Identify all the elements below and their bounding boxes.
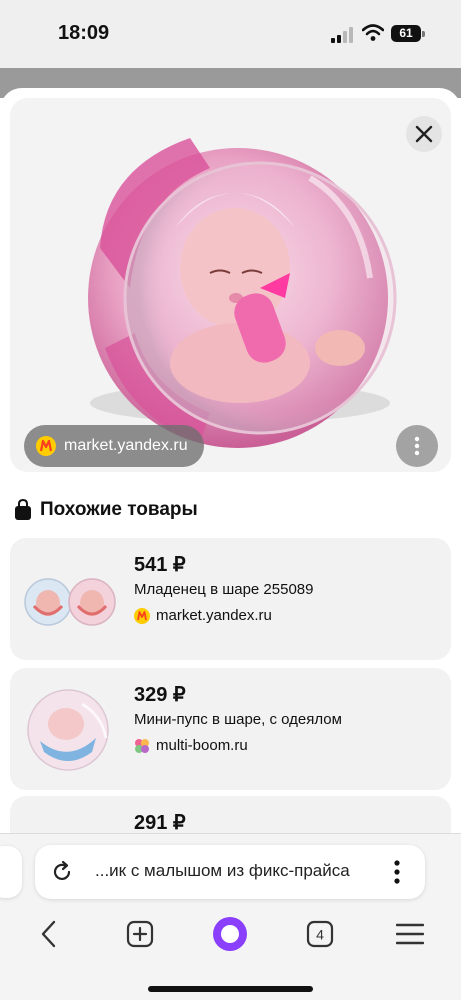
more-button[interactable] (396, 425, 438, 467)
yandex-market-icon (36, 436, 56, 456)
hero-image[interactable]: market.yandex.ru (10, 98, 451, 472)
product-source-label: multi-boom.ru (156, 737, 248, 754)
back-button[interactable] (29, 916, 69, 952)
tabs-icon: 4 (306, 920, 334, 948)
alice-icon (213, 917, 247, 951)
reload-icon[interactable] (50, 860, 74, 884)
more-vertical-icon (414, 436, 420, 456)
product-thumbnail (24, 578, 116, 626)
new-tab-icon (126, 920, 154, 948)
signal-icon (331, 27, 353, 43)
previous-tab-peek[interactable] (0, 846, 22, 898)
menu-button[interactable] (390, 916, 430, 952)
status-time: 18:09 (58, 22, 110, 44)
battery-icon: 61 (391, 25, 421, 42)
source-label: market.yandex.ru (64, 437, 188, 454)
product-source: market.yandex.ru (134, 607, 272, 624)
back-icon (41, 920, 56, 948)
more-vertical-icon[interactable] (391, 859, 403, 885)
product-name: Младенец в шаре 255089 (134, 581, 314, 598)
new-tab-button[interactable] (120, 916, 160, 952)
image-preview-sheet: market.yandex.ru Похожие товары 541 ₽ Мл… (0, 88, 461, 848)
product-price: 541 ₽ (134, 554, 186, 576)
alice-button[interactable] (210, 916, 250, 952)
multi-boom-icon (135, 738, 149, 753)
menu-icon (396, 923, 424, 945)
product-name: Мини-пупс в шаре, с одеялом (134, 711, 342, 728)
close-icon (415, 125, 433, 143)
product-card-2[interactable]: 329 ₽ Мини-пупс в шаре, с одеялом multi-… (10, 668, 451, 790)
address-text: ...ик с малышом из фикс-прайса (95, 861, 350, 880)
product-price: 291 ₽ (134, 812, 186, 834)
product-source: multi-boom.ru (134, 737, 248, 754)
tabs-button[interactable]: 4 (300, 916, 340, 952)
doll-in-ball-photo (10, 98, 451, 472)
product-thumbnail (27, 689, 109, 771)
home-indicator (148, 986, 313, 992)
section-title: Похожие товары (14, 496, 198, 524)
close-button[interactable] (406, 116, 442, 152)
tabs-count: 4 (316, 927, 324, 943)
battery-tip (422, 31, 425, 37)
browser-bottom-bar: ...ик с малышом из фикс-прайса 4 (0, 833, 461, 1000)
shopping-bag-icon (15, 499, 31, 520)
yandex-market-icon (134, 607, 150, 624)
wifi-icon (362, 24, 384, 41)
source-link[interactable]: market.yandex.ru (24, 425, 204, 467)
product-source-label: market.yandex.ru (156, 607, 272, 624)
section-title-text: Похожие товары (40, 499, 198, 520)
address-bar[interactable]: ...ик с малышом из фикс-прайса (35, 845, 425, 899)
product-price: 329 ₽ (134, 684, 186, 706)
status-bar: 18:09 61 (0, 0, 461, 68)
product-card-1[interactable]: 541 ₽ Младенец в шаре 255089 market.yand… (10, 538, 451, 660)
